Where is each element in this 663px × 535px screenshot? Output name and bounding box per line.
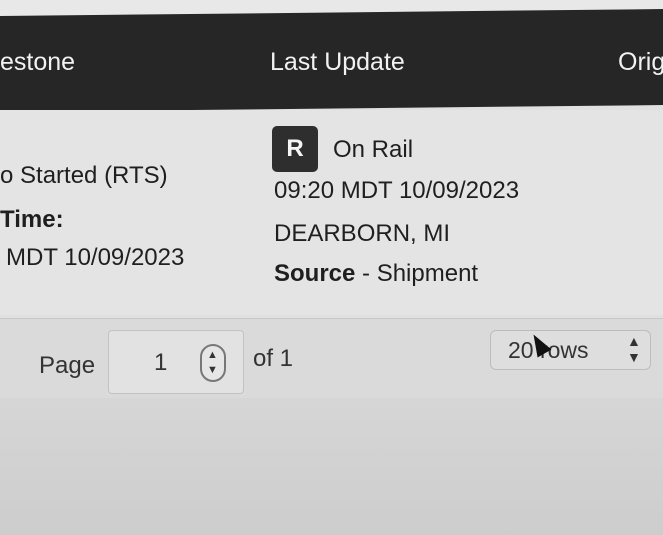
milestone-time-value: MDT 10/09/2023 bbox=[6, 244, 185, 271]
page-label: Page bbox=[39, 352, 96, 379]
header-milestone[interactable]: estone bbox=[0, 48, 75, 77]
last-update-timestamp: 09:20 MDT 10/09/2023 bbox=[274, 177, 520, 204]
header-origin[interactable]: Orig bbox=[618, 48, 663, 77]
sort-caret-icon[interactable]: ▲ ▼ bbox=[627, 333, 641, 365]
milestone-time-label: Time: bbox=[0, 206, 64, 233]
page-input-value[interactable]: 1 bbox=[154, 349, 167, 377]
up-down-chevron-icon[interactable]: ▲ ▼ bbox=[200, 344, 226, 382]
screen: estone Last Update Orig o Started (RTS) … bbox=[0, 0, 663, 535]
rail-badge: R bbox=[272, 126, 318, 172]
source-label: Source bbox=[274, 260, 356, 287]
header-last-update[interactable]: Last Update bbox=[270, 48, 405, 77]
last-update-source: Source - Shipment bbox=[274, 260, 478, 288]
last-update-location: DEARBORN, MI bbox=[274, 220, 451, 247]
milestone-status: o Started (RTS) bbox=[0, 162, 168, 189]
empty-area bbox=[0, 398, 663, 535]
source-value: - Shipment bbox=[355, 260, 479, 287]
page-of-label: of 1 bbox=[253, 345, 294, 372]
last-update-status: On Rail bbox=[333, 136, 414, 163]
